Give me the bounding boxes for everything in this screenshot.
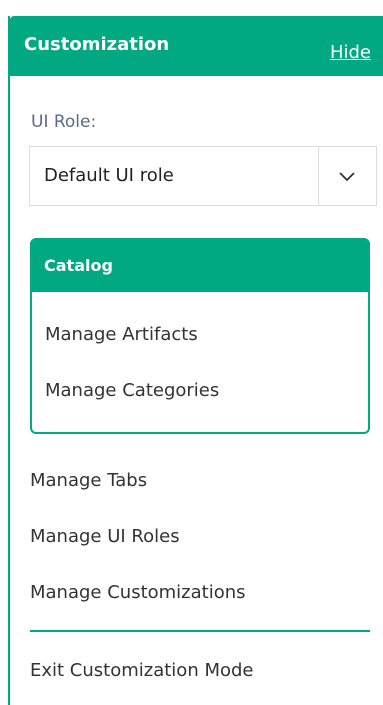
- catalog-title: Catalog: [44, 256, 113, 275]
- manage-customizations-link[interactable]: Manage Customizations: [30, 582, 246, 603]
- ui-role-selected-value: Default UI role: [44, 165, 174, 186]
- manage-artifacts-link[interactable]: Manage Artifacts: [45, 324, 198, 345]
- chevron-down-icon[interactable]: [336, 167, 358, 185]
- exit-customization-mode-link[interactable]: Exit Customization Mode: [30, 660, 254, 681]
- hide-link[interactable]: Hide: [330, 42, 371, 63]
- panel-title: Customization: [24, 34, 170, 55]
- panel-header: Customization Hide: [10, 16, 383, 76]
- catalog-header: Catalog: [32, 240, 368, 292]
- ui-role-select[interactable]: Default UI role: [29, 146, 377, 206]
- menu-divider: [30, 630, 370, 632]
- manage-tabs-link[interactable]: Manage Tabs: [30, 470, 147, 491]
- select-divider: [318, 147, 319, 205]
- manage-categories-link[interactable]: Manage Categories: [45, 380, 219, 401]
- customization-panel: Customization Hide UI Role: Default UI r…: [8, 16, 383, 705]
- catalog-section: Catalog Manage Artifacts Manage Categori…: [30, 238, 370, 434]
- ui-role-label: UI Role:: [31, 112, 97, 132]
- manage-ui-roles-link[interactable]: Manage UI Roles: [30, 526, 180, 547]
